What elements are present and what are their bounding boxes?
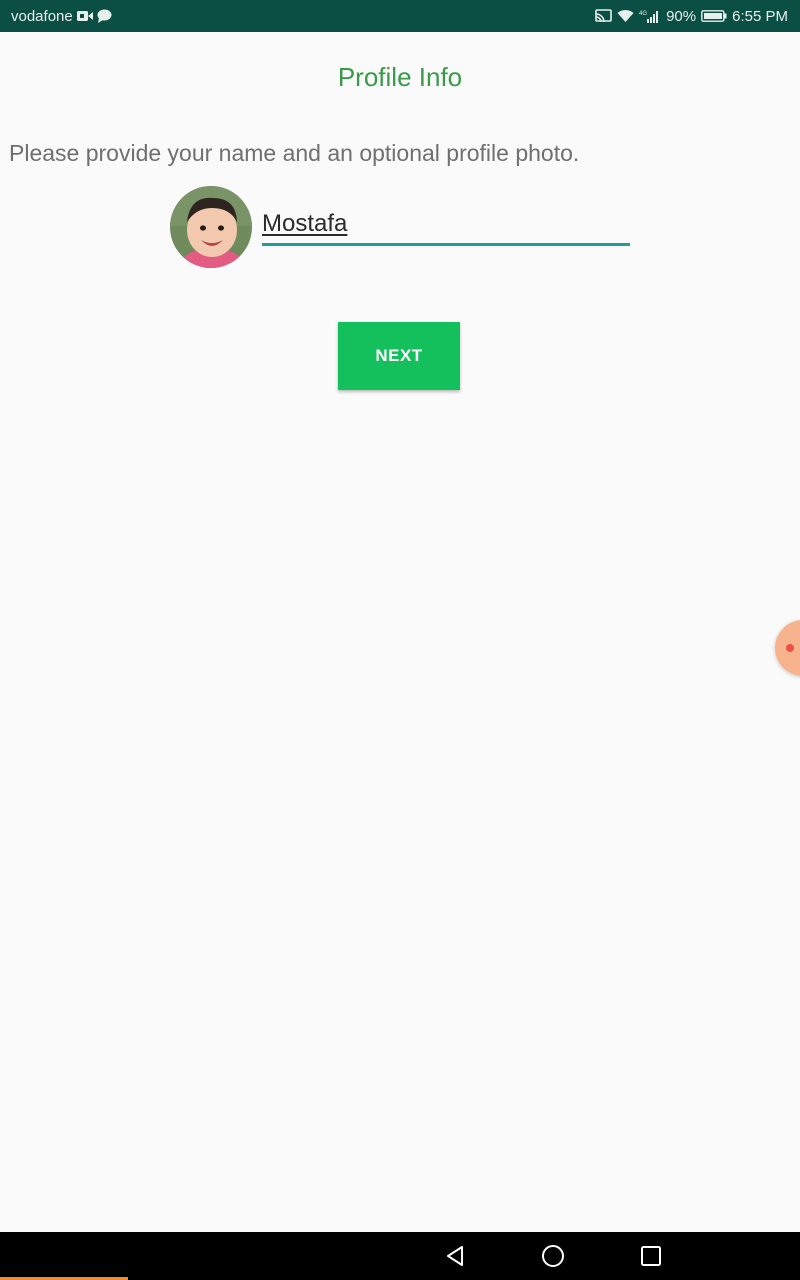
profile-photo-image <box>170 186 252 268</box>
cast-icon <box>595 9 612 23</box>
bubble-dot-icon <box>786 644 794 652</box>
home-icon[interactable] <box>541 1244 565 1268</box>
battery-icon <box>701 10 727 22</box>
carrier-label: vodafone <box>11 7 73 25</box>
name-input[interactable] <box>262 208 630 246</box>
next-button[interactable]: NEXT <box>338 322 460 390</box>
profile-prompt: Please provide your name and an optional… <box>9 140 580 166</box>
clock: 6:55 PM <box>732 7 788 25</box>
network-type-label: 4G <box>639 11 647 17</box>
back-icon[interactable] <box>443 1244 467 1268</box>
battery-percent: 90% <box>666 7 697 25</box>
page-title: Profile Info <box>337 62 463 92</box>
recent-apps-icon[interactable] <box>639 1244 663 1268</box>
wifi-icon <box>617 9 634 23</box>
status-bar: vodafone 4G 90% 6:55 PM <box>0 0 800 32</box>
signal-icon: 4G <box>639 9 661 23</box>
status-right: 4G 90% 6:55 PM <box>595 8 788 25</box>
video-call-icon <box>76 10 93 22</box>
status-left: vodafone <box>11 8 112 25</box>
navigation-bar <box>0 1232 800 1280</box>
floating-assistant-bubble[interactable] <box>775 620 800 676</box>
chat-bubble-icon <box>97 9 112 23</box>
profile-photo-avatar[interactable] <box>170 186 252 268</box>
